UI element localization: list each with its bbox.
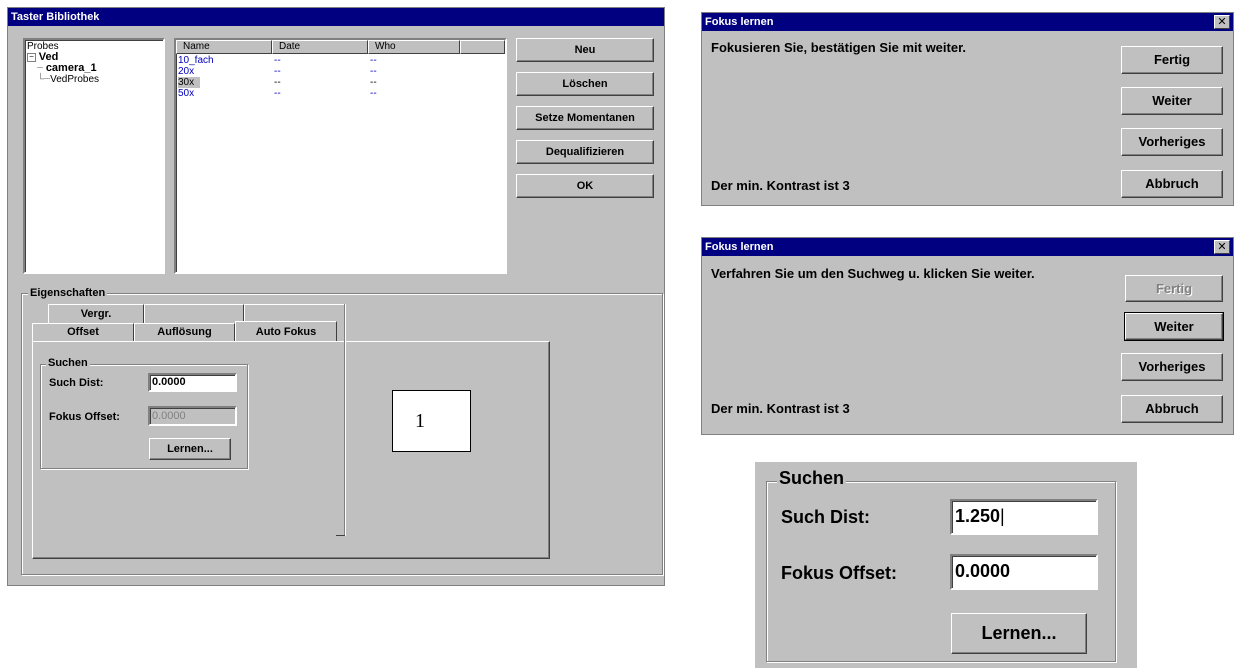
zoom-learn-button[interactable]: Lernen... [951, 613, 1087, 654]
callout-number: 1 [392, 390, 471, 452]
cancel-button[interactable]: Abbruch [1121, 395, 1223, 423]
tab-auto-fokus[interactable]: Auto Fokus [235, 321, 337, 342]
library-title: Taster Bibliothek [8, 8, 664, 26]
dequalify-button[interactable]: Dequalifizieren [516, 140, 654, 164]
set-current-button[interactable]: Setze Momentanen [516, 106, 654, 130]
previous-button[interactable]: Vorheriges [1121, 353, 1223, 381]
zoom-panel: Suchen Such Dist: 1.250| Fokus Offset: 0… [755, 462, 1137, 668]
zoom-search-group-label: Suchen [777, 468, 847, 489]
focus-dialog-2-title: Fokus lernen [702, 238, 1233, 256]
tab-vergr[interactable]: Vergr. [48, 304, 144, 323]
next-button[interactable]: Weiter [1124, 312, 1224, 341]
tree-collapse-icon[interactable]: − [27, 52, 36, 62]
search-dist-input[interactable]: 0.0000 [148, 373, 237, 392]
tab-aufloesung[interactable]: Auflösung [134, 323, 235, 341]
library-window: Taster Bibliothek Probes − Ved ┄ camera_… [7, 7, 665, 586]
zoom-search-dist-label: Such Dist: [781, 507, 871, 527]
focus-offset-input[interactable]: 0.0000 [148, 406, 237, 426]
focus-dialog-2-message: Verfahren Sie um den Suchweg u. klicken … [711, 266, 1035, 281]
tab-panel-divider-foot [336, 535, 345, 536]
cancel-button[interactable]: Abbruch [1121, 170, 1223, 198]
focus-dialog-2-status: Der min. Kontrast ist 3 [711, 401, 850, 416]
tree-item-camera-1[interactable]: ┄ camera_1 [27, 63, 161, 75]
search-dist-label: Such Dist: [49, 377, 104, 389]
focus-dialog-1-title: Fokus lernen [702, 13, 1233, 31]
next-button[interactable]: Weiter [1121, 87, 1223, 115]
tab-offset[interactable]: Offset [32, 323, 134, 341]
zoom-search-dist-input[interactable]: 1.250| [950, 499, 1098, 535]
ok-button[interactable]: OK [516, 174, 654, 198]
focus-dialog-1: Fokus lernen ✕ Fokusieren Sie, bestätige… [701, 12, 1234, 206]
column-header-name[interactable]: Name [176, 40, 272, 54]
close-icon[interactable]: ✕ [1214, 15, 1230, 29]
zoom-focus-offset-label: Fokus Offset: [781, 563, 898, 583]
tree-item-vedprobes[interactable]: └┄VedProbes [27, 74, 161, 85]
focus-offset-label: Fokus Offset: [49, 411, 120, 423]
column-header-who[interactable]: Who [368, 40, 460, 54]
properties-label: Eigenschaften [28, 287, 108, 299]
zoom-focus-offset-input[interactable]: 0.0000 [950, 554, 1098, 590]
done-button[interactable]: Fertig [1121, 46, 1223, 74]
close-icon[interactable]: ✕ [1214, 240, 1230, 254]
focus-dialog-1-status: Der min. Kontrast ist 3 [711, 178, 850, 193]
done-button[interactable]: Fertig [1125, 275, 1223, 302]
previous-button[interactable]: Vorheriges [1121, 128, 1223, 156]
tab-empty-1[interactable] [144, 304, 244, 323]
new-button[interactable]: Neu [516, 38, 654, 62]
focus-dialog-2: Fokus lernen ✕ Verfahren Sie um den Such… [701, 237, 1234, 435]
tab-panel-divider [344, 304, 346, 536]
column-header-empty [460, 40, 505, 54]
probe-tree[interactable]: Probes − Ved ┄ camera_1 └┄VedProbes [23, 38, 165, 274]
learn-button[interactable]: Lernen... [149, 438, 231, 460]
probe-list[interactable]: Name Date Who 10_fach -- -- 20x -- -- 30… [174, 38, 507, 274]
delete-button[interactable]: Löschen [516, 72, 654, 96]
text-cursor: | [1000, 506, 1005, 526]
column-header-date[interactable]: Date [272, 40, 368, 54]
focus-dialog-1-message: Fokusieren Sie, bestätigen Sie mit weite… [711, 40, 967, 55]
search-group-label: Suchen [46, 357, 90, 369]
